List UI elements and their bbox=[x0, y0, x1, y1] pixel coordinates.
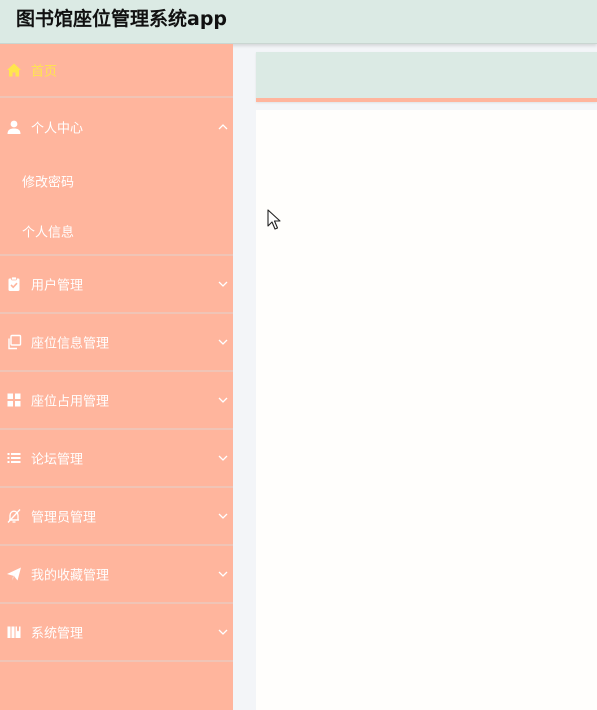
bell-off-icon bbox=[6, 508, 22, 524]
sidebar-item-label: 论坛管理 bbox=[31, 452, 84, 468]
content-panel bbox=[256, 110, 597, 710]
sidebar-item-system-management[interactable]: 系统管理 bbox=[0, 604, 233, 662]
sidebar-item-label: 系统管理 bbox=[31, 626, 84, 642]
chevron-down-icon bbox=[218, 571, 228, 577]
chevron-down-icon bbox=[218, 455, 228, 461]
sidebar-item-label: 座位占用管理 bbox=[31, 394, 110, 410]
send-icon bbox=[6, 566, 22, 582]
sidebar-item-forum-management[interactable]: 论坛管理 bbox=[0, 430, 233, 488]
sidebar-item-label: 座位信息管理 bbox=[31, 336, 110, 352]
sidebar-item-user-management[interactable]: 用户管理 bbox=[0, 256, 233, 314]
sidebar-item-label: 管理员管理 bbox=[31, 510, 97, 526]
sidebar-item-favorites-management[interactable]: 我的收藏管理 bbox=[0, 546, 233, 604]
sidebar-item-home[interactable]: 首页 bbox=[0, 44, 233, 98]
book-icon bbox=[6, 624, 22, 640]
submenu-item-personal-info[interactable]: 个人信息 bbox=[0, 206, 233, 256]
top-header-bar: 图书馆座位管理系统app bbox=[0, 0, 597, 44]
list-icon bbox=[6, 450, 22, 466]
sidebar: 首页 个人中心 修改密码 个人信息 用户管理 座位信息管理 座位占用管理 论坛管… bbox=[0, 44, 233, 710]
copy-icon bbox=[6, 334, 22, 350]
chevron-down-icon bbox=[218, 513, 228, 519]
grid-icon bbox=[6, 392, 22, 408]
mouse-cursor-icon bbox=[267, 209, 281, 230]
submenu-item-label: 修改密码 bbox=[22, 175, 75, 191]
submenu-item-change-password[interactable]: 修改密码 bbox=[0, 156, 233, 206]
home-icon bbox=[6, 62, 22, 78]
sidebar-item-label: 首页 bbox=[31, 64, 58, 80]
app-title: 图书馆座位管理系统app bbox=[16, 8, 228, 30]
sidebar-item-personal-center-head[interactable]: 个人中心 bbox=[0, 98, 233, 156]
content-header-bar bbox=[256, 52, 597, 102]
user-icon bbox=[6, 119, 22, 135]
clipboard-check-icon bbox=[6, 276, 22, 292]
sidebar-item-label: 用户管理 bbox=[31, 278, 84, 294]
sidebar-item-personal-center[interactable]: 个人中心 修改密码 个人信息 bbox=[0, 98, 233, 256]
sidebar-item-admin-management[interactable]: 管理员管理 bbox=[0, 488, 233, 546]
chevron-down-icon bbox=[218, 281, 228, 287]
chevron-down-icon bbox=[218, 629, 228, 635]
sidebar-item-label: 我的收藏管理 bbox=[31, 568, 110, 584]
chevron-up-icon bbox=[218, 124, 228, 130]
chevron-down-icon bbox=[218, 339, 228, 345]
sidebar-item-seat-info-management[interactable]: 座位信息管理 bbox=[0, 314, 233, 372]
submenu-item-label: 个人信息 bbox=[22, 225, 75, 241]
chevron-down-icon bbox=[218, 397, 228, 403]
sidebar-item-label: 个人中心 bbox=[31, 121, 84, 137]
sidebar-item-seat-occupancy-management[interactable]: 座位占用管理 bbox=[0, 372, 233, 430]
